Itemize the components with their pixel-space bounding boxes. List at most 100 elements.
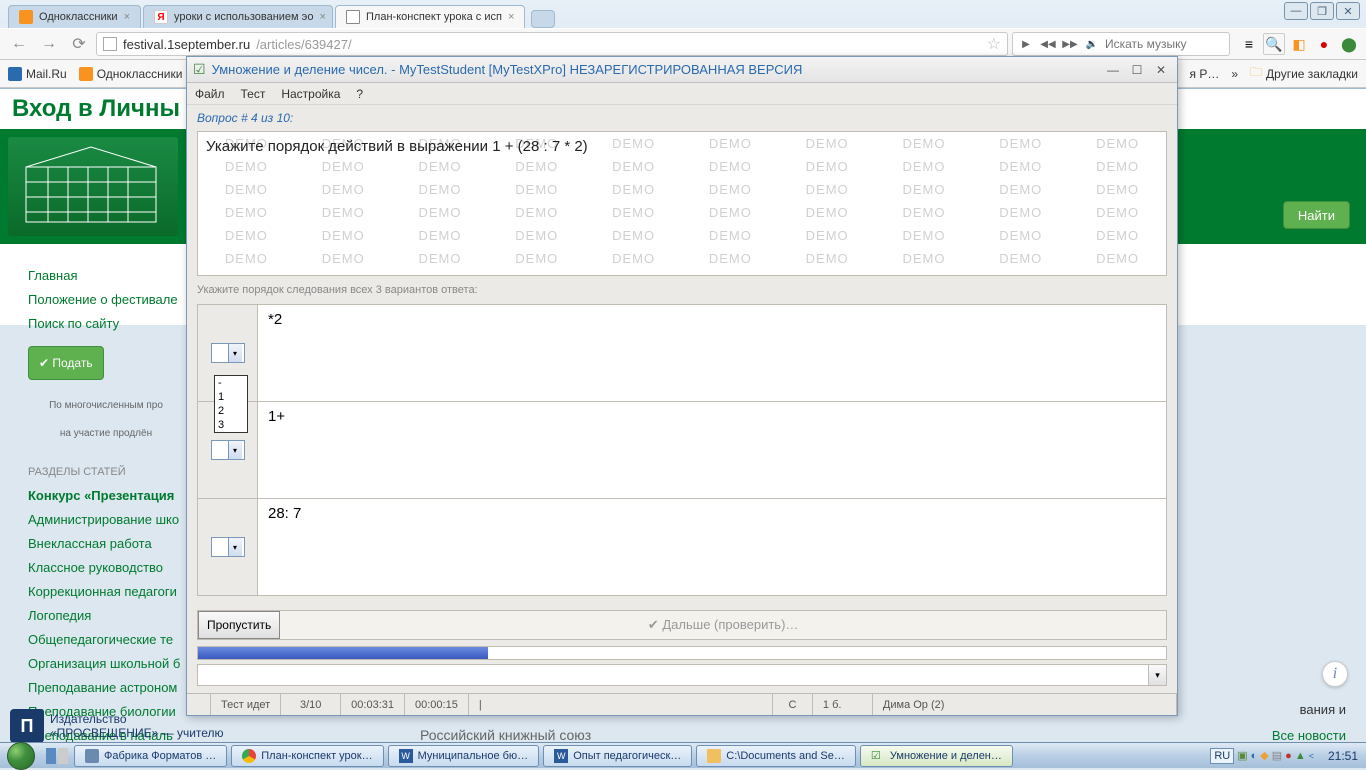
menu-file[interactable]: Файл bbox=[195, 87, 225, 101]
chevron-down-icon: ▾ bbox=[228, 441, 242, 459]
search-icon[interactable]: 🔍 bbox=[1263, 33, 1285, 55]
taskbar-item-active[interactable]: ☑Умножение и делен… bbox=[860, 745, 1013, 767]
dropdown-option[interactable]: 1 bbox=[215, 390, 247, 404]
window-minimize-icon[interactable]: — bbox=[1103, 62, 1123, 78]
address-bar[interactable]: festival.1september.ru/articles/639427/ … bbox=[96, 32, 1008, 56]
window-close-icon[interactable]: ✕ bbox=[1336, 2, 1360, 20]
rks-label: Российский книжный союз bbox=[420, 727, 591, 743]
browser-tab[interactable]: Я уроки с использованием эо × bbox=[143, 5, 333, 28]
dropdown-option[interactable]: 2 bbox=[215, 404, 247, 418]
tray-icon[interactable]: ▲ bbox=[1295, 750, 1306, 762]
find-button[interactable]: Найти bbox=[1283, 201, 1350, 229]
close-icon[interactable]: × bbox=[320, 11, 326, 23]
dropdown-option[interactable]: 3 bbox=[215, 418, 247, 432]
lang-indicator[interactable]: RU bbox=[1210, 748, 1234, 764]
instruction-text: Укажите порядок следования всех 3 вариан… bbox=[187, 276, 1177, 304]
answer-text: *2 bbox=[258, 305, 1166, 401]
bookmark-item[interactable]: Одноклассники bbox=[79, 67, 183, 81]
note-text: По многочисленным про bbox=[12, 394, 200, 418]
start-button[interactable] bbox=[0, 743, 42, 769]
sidebar-item[interactable]: Организация школьной б bbox=[28, 652, 200, 676]
taskbar-item[interactable]: План-конспект урок… bbox=[231, 745, 383, 767]
mytest-icon: ☑ bbox=[871, 749, 885, 763]
browser-tab[interactable]: Одноклассники × bbox=[8, 5, 141, 28]
tray-icon[interactable]: ▣ bbox=[1237, 749, 1247, 762]
forward-button[interactable]: → bbox=[36, 31, 62, 57]
tray-icon[interactable]: < bbox=[1309, 751, 1314, 761]
browser-tab-active[interactable]: План-конспект урока с исп × bbox=[335, 5, 525, 28]
sidebar-item[interactable]: Коррекционная педагоги bbox=[28, 580, 200, 604]
sidebar-item[interactable]: Внеклассная работа bbox=[28, 532, 200, 556]
tab-label: уроки с использованием эо bbox=[174, 11, 314, 23]
music-prev-icon[interactable]: ◀◀ bbox=[1039, 35, 1057, 53]
bookmark-item[interactable]: я Р… bbox=[1190, 67, 1220, 81]
back-button[interactable]: ← bbox=[6, 31, 32, 57]
quicklaunch-icon[interactable] bbox=[58, 748, 68, 764]
info-icon[interactable]: i bbox=[1322, 661, 1348, 687]
menu-help[interactable]: ? bbox=[356, 87, 363, 101]
folder-icon: 🗀 bbox=[1250, 63, 1262, 84]
ext-icon[interactable]: ⬤ bbox=[1338, 33, 1360, 55]
sidebar-item[interactable]: Преподавание астроном bbox=[28, 676, 200, 700]
music-next-icon[interactable]: ▶▶ bbox=[1061, 35, 1079, 53]
bookmark-star-icon[interactable]: ☆ bbox=[987, 34, 1001, 54]
music-play-icon[interactable]: ▶ bbox=[1017, 35, 1035, 53]
mailru-icon bbox=[8, 67, 22, 81]
submit-button[interactable]: ✔ Подать bbox=[28, 346, 104, 380]
order-select[interactable]: ▾ bbox=[211, 343, 245, 363]
window-close-icon[interactable]: ✕ bbox=[1151, 62, 1171, 78]
ext-icon[interactable]: ◧ bbox=[1288, 33, 1310, 55]
taskbar-item[interactable]: WМуниципальное бю… bbox=[388, 745, 540, 767]
tray-icon[interactable]: ● bbox=[1285, 750, 1292, 762]
taskbar-item[interactable]: C:\Documents and Se… bbox=[696, 745, 856, 767]
next-button[interactable]: ✔ Дальше (проверить)… bbox=[280, 617, 1166, 633]
quicklaunch-icon[interactable] bbox=[46, 748, 56, 764]
note-text: на участие продлён bbox=[12, 422, 200, 446]
music-search-input[interactable] bbox=[1105, 37, 1225, 51]
chrome-icon bbox=[242, 749, 256, 763]
window-maximize-icon[interactable]: ☐ bbox=[1127, 62, 1147, 78]
tray-icon[interactable]: ◆ bbox=[1260, 749, 1268, 762]
skip-button[interactable]: Пропустить bbox=[198, 611, 280, 639]
chevron-down-icon[interactable]: ▾ bbox=[1148, 665, 1166, 685]
order-dropdown-open[interactable]: - 1 2 3 bbox=[214, 375, 248, 433]
bookmark-overflow[interactable]: » bbox=[1231, 67, 1238, 81]
close-icon[interactable]: × bbox=[124, 11, 130, 23]
ok-icon bbox=[79, 67, 93, 81]
taskbar-item[interactable]: Фабрика Форматов … bbox=[74, 745, 227, 767]
close-icon[interactable]: × bbox=[508, 11, 514, 23]
tray-icon[interactable]: ▤ bbox=[1272, 749, 1282, 762]
reload-button[interactable]: ⟳ bbox=[66, 31, 92, 57]
sidebar-item[interactable]: Конкурс «Презентация bbox=[28, 484, 200, 508]
music-volume-icon[interactable]: 🔉 bbox=[1083, 35, 1101, 53]
new-tab-button[interactable] bbox=[531, 10, 555, 28]
window-restore-icon[interactable]: ❐ bbox=[1310, 2, 1334, 20]
sidebar-item[interactable]: Общепедагогические те bbox=[28, 628, 200, 652]
combo-input[interactable]: ▾ bbox=[197, 664, 1167, 686]
sidebar-item[interactable]: Положение о фестивале bbox=[28, 288, 200, 312]
sidebar-item[interactable]: Поиск по сайту bbox=[28, 312, 200, 336]
sidebar-item[interactable]: Логопедия bbox=[28, 604, 200, 628]
app-check-icon: ☑ bbox=[193, 61, 206, 78]
order-select[interactable]: ▾ bbox=[211, 537, 245, 557]
bookmark-item[interactable]: Mail.Ru bbox=[8, 67, 67, 81]
dropdown-option[interactable]: - bbox=[215, 376, 247, 390]
all-news-link[interactable]: Все новости bbox=[1272, 728, 1346, 743]
taskbar-item[interactable]: WОпыт педагогическ… bbox=[543, 745, 692, 767]
other-bookmarks[interactable]: 🗀Другие закладки bbox=[1250, 63, 1358, 84]
sidebar-item[interactable]: Главная bbox=[28, 264, 200, 288]
status-time-elapsed: 00:03:31 bbox=[341, 694, 405, 715]
sidebar-item[interactable]: Классное руководство bbox=[28, 556, 200, 580]
order-select[interactable]: ▾ bbox=[211, 440, 245, 460]
menu-settings[interactable]: Настройка bbox=[281, 87, 340, 101]
clock[interactable]: 21:51 bbox=[1320, 749, 1366, 763]
window-minimize-icon[interactable]: — bbox=[1284, 2, 1308, 20]
tray-icon[interactable]: ◐ bbox=[1251, 750, 1258, 762]
menu-test[interactable]: Тест bbox=[241, 87, 266, 101]
status-running: Тест идет bbox=[211, 694, 281, 715]
question-panel: Укажите порядок действий в выражении 1 +… bbox=[197, 131, 1167, 276]
sidebar-item[interactable]: Администрирование шко bbox=[28, 508, 200, 532]
menu-icon[interactable]: ≡ bbox=[1238, 33, 1260, 55]
ext-icon[interactable]: ● bbox=[1313, 33, 1335, 55]
sidebar: Главная Положение о фестивале Поиск по с… bbox=[0, 244, 200, 748]
